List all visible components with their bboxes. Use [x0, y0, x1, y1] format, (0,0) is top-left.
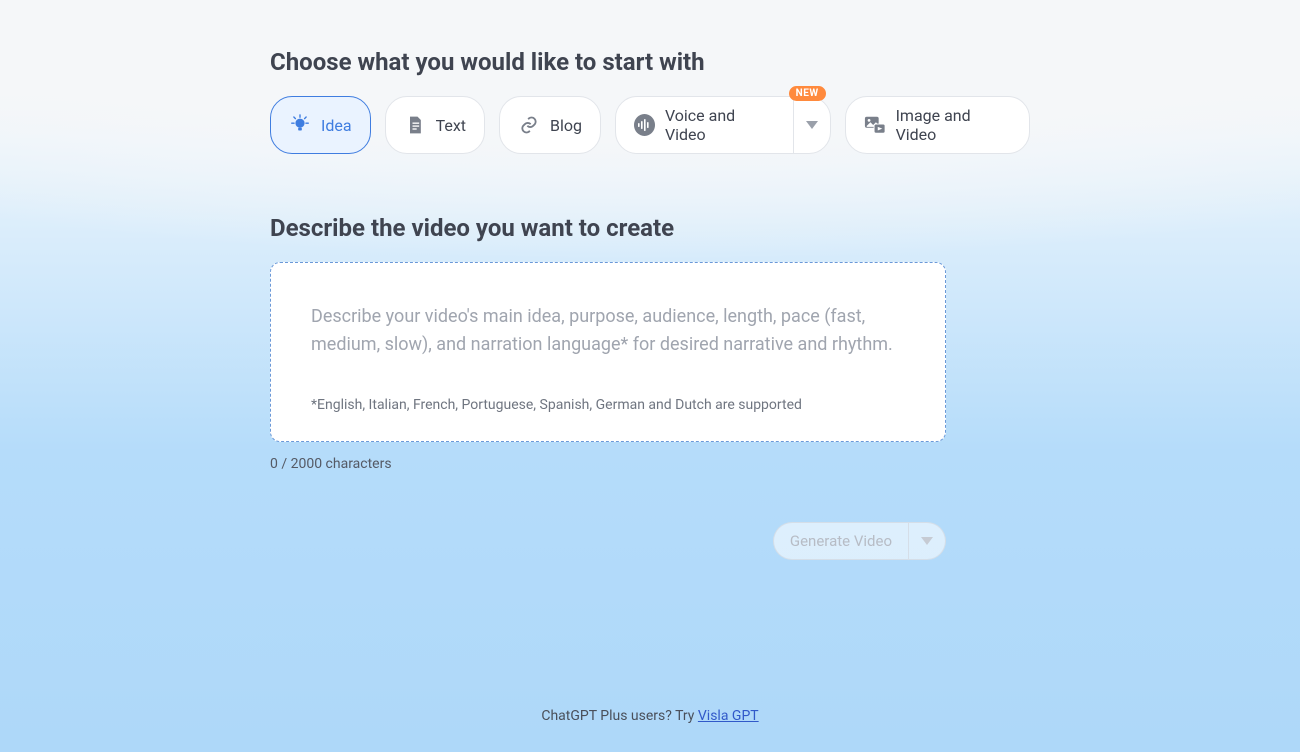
- audio-wave-icon: [634, 114, 655, 136]
- tab-label: Voice and Video: [665, 106, 775, 144]
- tab-label: Text: [436, 116, 466, 135]
- visla-gpt-link[interactable]: Visla GPT: [698, 708, 759, 724]
- choose-heading: Choose what you would like to start with: [270, 48, 1030, 76]
- tab-voice-video: NEW Voice and Video: [615, 96, 831, 154]
- video-description-input[interactable]: Describe your video's main idea, purpose…: [270, 262, 946, 442]
- generate-video-button-group: Generate Video: [773, 522, 946, 560]
- tab-label: Image and Video: [896, 106, 1011, 144]
- footer-prefix: ChatGPT Plus users? Try: [541, 708, 698, 724]
- tab-text[interactable]: Text: [385, 96, 485, 154]
- lightbulb-icon: [289, 114, 311, 136]
- generate-video-dropdown[interactable]: [908, 523, 945, 559]
- character-count: 0 / 2000 characters: [270, 456, 1030, 472]
- image-video-icon: [864, 114, 886, 136]
- tab-idea[interactable]: Idea: [270, 96, 371, 154]
- language-footnote: *English, Italian, French, Portuguese, S…: [311, 397, 905, 413]
- link-icon: [518, 114, 540, 136]
- tab-blog[interactable]: Blog: [499, 96, 601, 154]
- tab-label: Blog: [550, 116, 582, 135]
- describe-heading: Describe the video you want to create: [270, 214, 1030, 242]
- tab-image-video[interactable]: Image and Video: [845, 96, 1030, 154]
- input-placeholder: Describe your video's main idea, purpose…: [311, 303, 905, 359]
- chevron-down-icon: [806, 121, 818, 129]
- generate-video-button[interactable]: Generate Video: [774, 523, 908, 559]
- tab-voice-video-dropdown[interactable]: [793, 97, 830, 153]
- footer-text: ChatGPT Plus users? Try Visla GPT: [0, 708, 1300, 724]
- tab-voice-video-main[interactable]: Voice and Video: [616, 97, 793, 153]
- chevron-down-icon: [921, 537, 933, 545]
- document-icon: [404, 114, 426, 136]
- tab-label: Idea: [321, 116, 352, 135]
- new-badge: NEW: [789, 86, 826, 101]
- start-with-tabs: Idea Text Blog NEW: [270, 96, 1030, 154]
